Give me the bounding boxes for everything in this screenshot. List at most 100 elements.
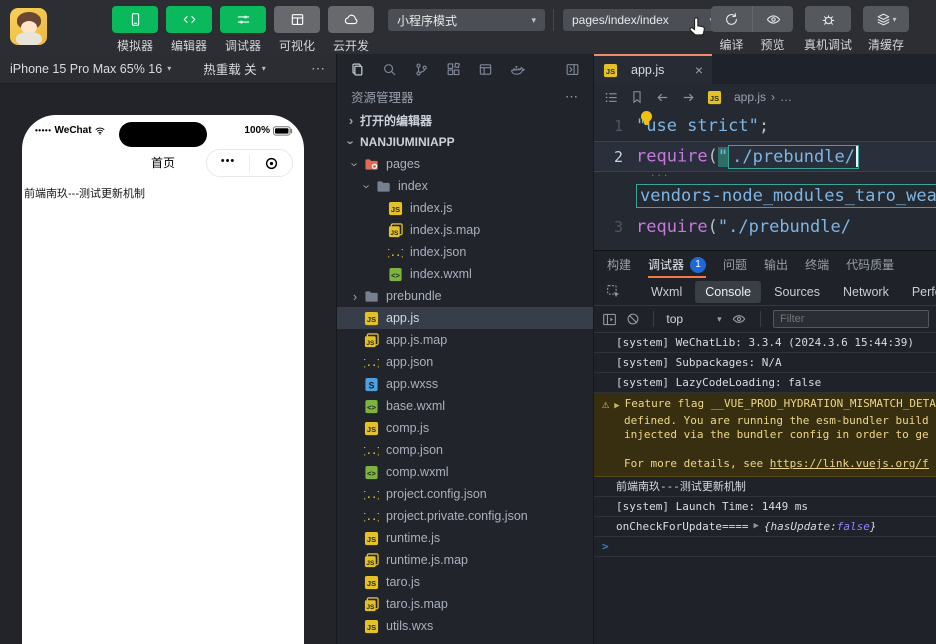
tree-item-index-js[interactable]: JS index.js — [337, 197, 593, 219]
folded-hint-dots: ... — [650, 169, 670, 179]
line-number: 3 — [613, 217, 623, 236]
lightbulb-icon[interactable] — [641, 111, 652, 125]
remote-debug-button[interactable]: 真机调试 — [804, 6, 852, 53]
expand-triangle-icon[interactable]: ▶ — [614, 397, 619, 414]
layout-grid-icon[interactable] — [478, 62, 493, 77]
line-number: 1 — [613, 116, 623, 135]
tree-item-runtime-js-map[interactable]: JS runtime.js.map — [337, 549, 593, 571]
tree-item-label: index.js — [410, 201, 453, 215]
breadcrumb-bar: JS app.js › … — [594, 84, 936, 110]
tree-item-base-wxml[interactable]: <> base.wxml — [337, 395, 593, 417]
clear-cache-button[interactable]: ▾ 清缓存 — [863, 6, 910, 53]
tree-item-app-json[interactable]: {..} app.json — [337, 351, 593, 373]
eye-icon[interactable] — [731, 312, 747, 326]
tree-item-comp-js[interactable]: JS comp.js — [337, 417, 593, 439]
close-icon[interactable]: × — [695, 63, 703, 77]
console-filter-input[interactable] — [773, 310, 929, 328]
log-text: [system] WeChatLib: 3.3.4 (2024.3.6 15:4… — [616, 336, 915, 349]
tree-item-taro-js[interactable]: JS taro.js — [337, 571, 593, 593]
devtools-tab-sources[interactable]: Sources — [764, 281, 830, 303]
source-control-icon[interactable] — [414, 62, 429, 77]
tree-item-project-config-json[interactable]: {..} project.config.json — [337, 483, 593, 505]
collapse-panel-icon[interactable] — [565, 62, 580, 77]
cloud-dev-button[interactable]: 云开发 — [328, 6, 374, 54]
js-file-icon: JS — [364, 531, 379, 546]
devtools-tab-network[interactable]: Network — [833, 281, 899, 303]
warning-text: For more details, see https://link.vuejs… — [602, 457, 929, 472]
breadcrumb[interactable]: JS app.js › … — [707, 90, 792, 105]
compile-button[interactable]: 编译 — [711, 6, 752, 53]
tree-item-label: app.js.map — [386, 333, 448, 347]
tree-item-index-json[interactable]: {..} index.json — [337, 241, 593, 263]
more-menu-button[interactable]: ••• — [207, 155, 249, 171]
jsmap-file-icon: JS — [364, 596, 379, 612]
devtools-tab-console[interactable]: Console — [695, 280, 762, 303]
tree-item-project-private-config-json[interactable]: {..} project.private.config.json — [337, 505, 593, 527]
editor-tabstrip: JS app.js × — [594, 54, 936, 84]
hot-reload-toggle[interactable]: 热重载 关 ▾ — [203, 59, 266, 78]
tree-item-label: taro.js.map — [386, 597, 448, 611]
explorer-more-icon[interactable]: ⋯ — [565, 89, 579, 105]
tree-item-index[interactable]: › index — [337, 175, 593, 197]
panel-tab-代码质量[interactable]: 代码质量 — [846, 251, 894, 278]
bookmark-icon[interactable] — [630, 90, 644, 104]
console-row-system: [system] Launch Time: 1449 ms — [594, 497, 936, 517]
tree-item-taro-js-map[interactable]: JS taro.js.map — [337, 593, 593, 615]
simulator-more-icon[interactable]: ⋯ — [311, 60, 326, 77]
project-root-section[interactable]: › NANJIUMINIAPP — [337, 131, 593, 153]
log-text: [system] LazyCodeLoading: false — [616, 376, 822, 389]
open-editors-section[interactable]: › 打开的编辑器 — [337, 109, 593, 131]
clear-console-icon[interactable] — [626, 312, 640, 326]
context-select[interactable]: top ▾ — [666, 312, 721, 326]
tree-item-app-js-map[interactable]: JS app.js.map — [337, 329, 593, 351]
docker-icon[interactable] — [510, 62, 525, 77]
code-text: require("./prebundle/ — [636, 216, 851, 237]
tab-app-js[interactable]: JS app.js × — [594, 54, 712, 84]
preview-button[interactable]: 预览 — [752, 6, 793, 53]
tree-item-utils-wxs[interactable]: JS utils.wxs — [337, 615, 593, 637]
navigate-back-icon[interactable] — [655, 90, 670, 105]
mode-select[interactable]: 小程序模式 ▾ — [388, 9, 545, 31]
code-editor[interactable]: 1 "use strict"; 2 require(" ./prebundle/... v… — [594, 110, 936, 250]
tree-item-runtime-js[interactable]: JS runtime.js — [337, 527, 593, 549]
device-select[interactable]: iPhone 15 Pro Max 65% 16 ▾ — [10, 62, 171, 76]
console-prompt[interactable]: > — [602, 540, 609, 553]
devtools-tab-wxml[interactable]: Wxml — [641, 281, 692, 303]
tree-item-index-wxml[interactable]: <> index.wxml — [337, 263, 593, 285]
warning-link[interactable]: https://link.vuejs.org/fea — [770, 457, 929, 470]
svg-text:JS: JS — [367, 314, 376, 323]
user-avatar[interactable] — [10, 8, 47, 45]
debugger-button[interactable]: 调试器 — [220, 6, 266, 54]
panel-tab-输出[interactable]: 输出 — [764, 251, 788, 278]
inspect-element-icon[interactable] — [600, 284, 627, 299]
navigate-forward-icon[interactable] — [681, 90, 696, 105]
tree-item-comp-json[interactable]: {..} comp.json — [337, 439, 593, 461]
panel-tab-label: 调试器 — [648, 258, 685, 272]
devtools-tab-performance[interactable]: Performance — [902, 281, 936, 303]
panel-tab-终端[interactable]: 终端 — [805, 251, 829, 278]
panel-tab-问题[interactable]: 问题 — [723, 251, 747, 278]
preview-label: 预览 — [760, 38, 785, 52]
tree-item-index-js-map[interactable]: JS index.js.map — [337, 219, 593, 241]
editor-button[interactable]: 编辑器 — [166, 6, 212, 54]
files-icon[interactable] — [350, 62, 365, 77]
page-path-select[interactable]: pages/index/index ▾ — [563, 9, 723, 31]
simulator-button[interactable]: 模拟器 — [112, 6, 158, 54]
signal-dots-icon: ••••• — [35, 126, 52, 135]
panel-tab-调试器[interactable]: 调试器 1 — [648, 251, 707, 278]
search-icon[interactable] — [382, 62, 397, 77]
tree-item-comp-wxml[interactable]: <> comp.wxml — [337, 461, 593, 483]
simulator-label: 模拟器 — [116, 39, 153, 53]
extensions-icon[interactable] — [446, 62, 461, 77]
expand-triangle-icon[interactable]: ▶ — [753, 521, 758, 531]
tree-item-prebundle[interactable]: › prebundle — [337, 285, 593, 307]
visualizer-button[interactable]: 可视化 — [274, 6, 320, 54]
panel-tab-label: 问题 — [723, 258, 748, 272]
tree-item-pages[interactable]: › pages — [337, 153, 593, 175]
outline-list-icon[interactable] — [604, 90, 619, 105]
sidebar-toggle-icon[interactable] — [602, 312, 617, 327]
tree-item-app-wxss[interactable]: Sapp.wxss — [337, 373, 593, 395]
panel-tab-构建[interactable]: 构建 — [607, 251, 631, 278]
exit-mini-program-button[interactable] — [250, 156, 292, 171]
tree-item-app-js[interactable]: JS app.js — [337, 307, 593, 329]
